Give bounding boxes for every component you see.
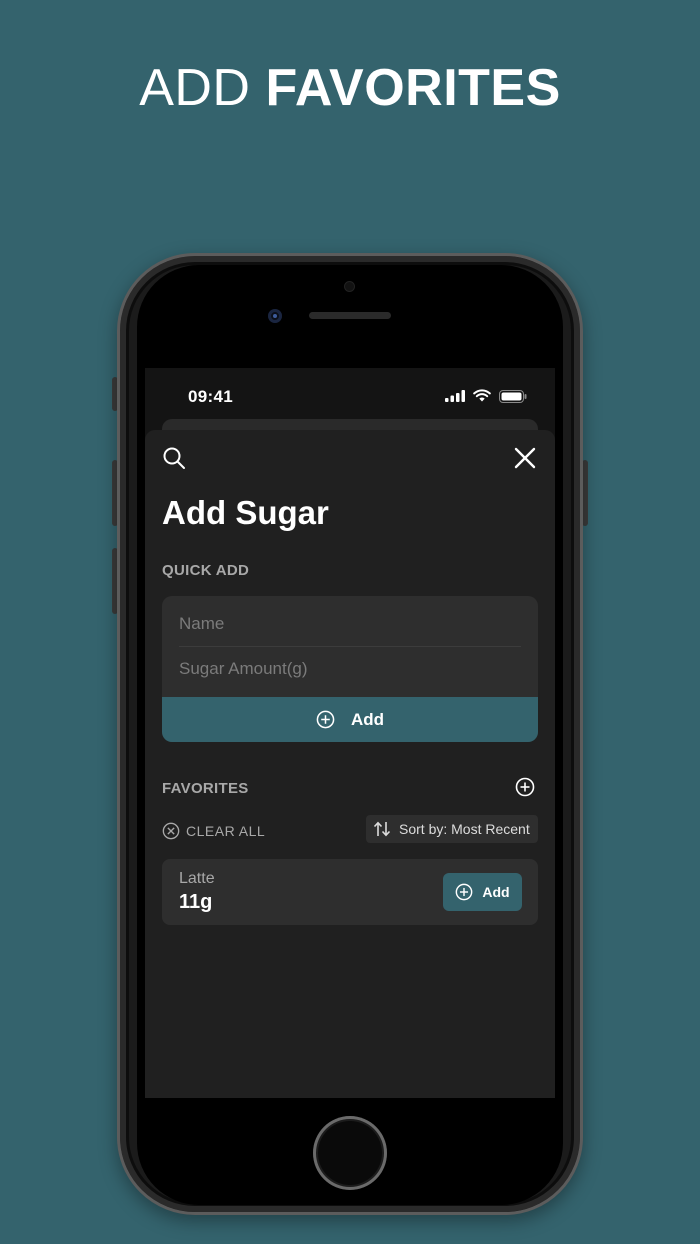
add-sugar-sheet: Add Sugar QUICK ADD Add FAVORITES [145, 430, 555, 1098]
add-favorite-button[interactable] [514, 776, 536, 798]
clear-all-button[interactable]: CLEAR ALL [162, 820, 265, 842]
search-icon [163, 447, 185, 469]
plus-circle-icon [515, 777, 535, 797]
quick-add-card: Add [162, 596, 538, 742]
close-icon [514, 447, 536, 469]
favorites-label: FAVORITES [162, 780, 249, 797]
clear-circle-icon [162, 822, 180, 840]
sugar-amount-input[interactable] [162, 647, 538, 691]
clear-all-label: CLEAR ALL [186, 823, 266, 839]
phone-screen: 09:41 Add Sugar QUICK ADD Name Sugar Amo… [145, 368, 555, 1098]
close-button[interactable] [511, 444, 539, 472]
wifi-icon [473, 389, 491, 402]
front-camera [268, 309, 282, 323]
sort-label: Sort by: Most Recent [399, 821, 530, 837]
status-time: 09:41 [188, 387, 233, 406]
earpiece-speaker [309, 312, 391, 319]
favorite-item-amount: 11g [179, 891, 213, 913]
favorite-item: Latte 11g Add [162, 859, 538, 925]
quick-add-label: QUICK ADD [162, 562, 250, 579]
page-title: Add Sugar [162, 494, 329, 531]
plus-circle-icon [456, 883, 473, 901]
quick-add-button[interactable]: Add [162, 697, 538, 742]
quick-add-button-label: Add [350, 709, 385, 729]
proximity-sensor [344, 281, 355, 292]
headline: ADD FAVORITES [0, 58, 700, 118]
sort-arrows-icon [373, 821, 391, 837]
favorite-add-button[interactable]: Add [443, 873, 522, 911]
search-button[interactable] [160, 444, 188, 472]
favorite-add-label: Add [482, 884, 510, 900]
headline-light: ADD [139, 59, 251, 117]
battery-icon [499, 390, 527, 403]
sort-button[interactable]: Sort by: Most Recent [366, 815, 538, 843]
status-bar: 09:41 [145, 368, 555, 420]
name-input[interactable] [162, 602, 538, 646]
plus-circle-icon [316, 710, 335, 729]
favorite-item-name: Latte [179, 870, 215, 887]
home-button[interactable] [313, 1116, 387, 1190]
cellular-signal-icon [445, 390, 465, 402]
headline-bold: FAVORITES [265, 59, 561, 117]
